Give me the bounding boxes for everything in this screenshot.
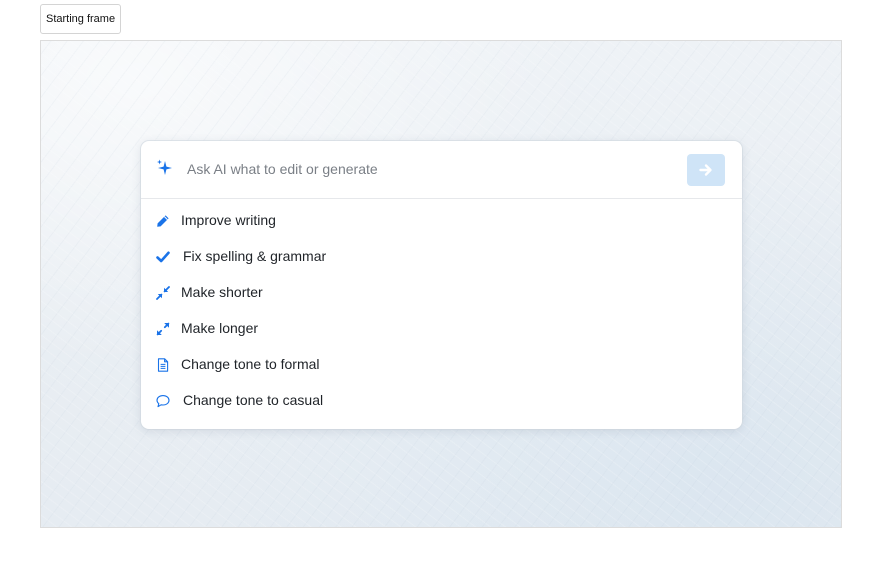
arrow-right-icon — [699, 164, 712, 176]
menu-item-make-shorter[interactable]: Make shorter — [141, 275, 742, 311]
prompt-row — [141, 141, 742, 199]
ai-command-panel: Improve writing Fix spelling & grammar M… — [141, 141, 742, 429]
document-icon — [157, 358, 169, 372]
menu-item-label: Fix spelling & grammar — [183, 248, 327, 264]
ai-prompt-input[interactable] — [187, 158, 667, 180]
menu-item-fix-spelling[interactable]: Fix spelling & grammar — [141, 239, 742, 275]
menu-item-label: Make shorter — [181, 284, 263, 300]
speech-bubble-icon — [156, 395, 170, 408]
menu-item-label: Improve writing — [181, 212, 276, 228]
compress-icon — [156, 286, 170, 300]
starting-frame-label: Starting frame — [40, 4, 122, 34]
send-button[interactable] — [687, 154, 725, 186]
check-icon — [156, 251, 170, 263]
menu-item-make-longer[interactable]: Make longer — [141, 311, 742, 347]
ai-actions-menu: Improve writing Fix spelling & grammar M… — [141, 203, 742, 419]
menu-item-tone-casual[interactable]: Change tone to casual — [141, 383, 742, 419]
menu-item-label: Make longer — [181, 320, 259, 336]
expand-icon — [156, 322, 170, 336]
menu-item-label: Change tone to formal — [181, 356, 320, 372]
frame-canvas: Improve writing Fix spelling & grammar M… — [40, 40, 842, 528]
menu-item-tone-formal[interactable]: Change tone to formal — [141, 347, 742, 383]
menu-item-label: Change tone to casual — [183, 392, 324, 408]
menu-item-improve-writing[interactable]: Improve writing — [141, 203, 742, 239]
pencil-icon — [157, 215, 169, 227]
sparkle-icon — [157, 159, 172, 175]
